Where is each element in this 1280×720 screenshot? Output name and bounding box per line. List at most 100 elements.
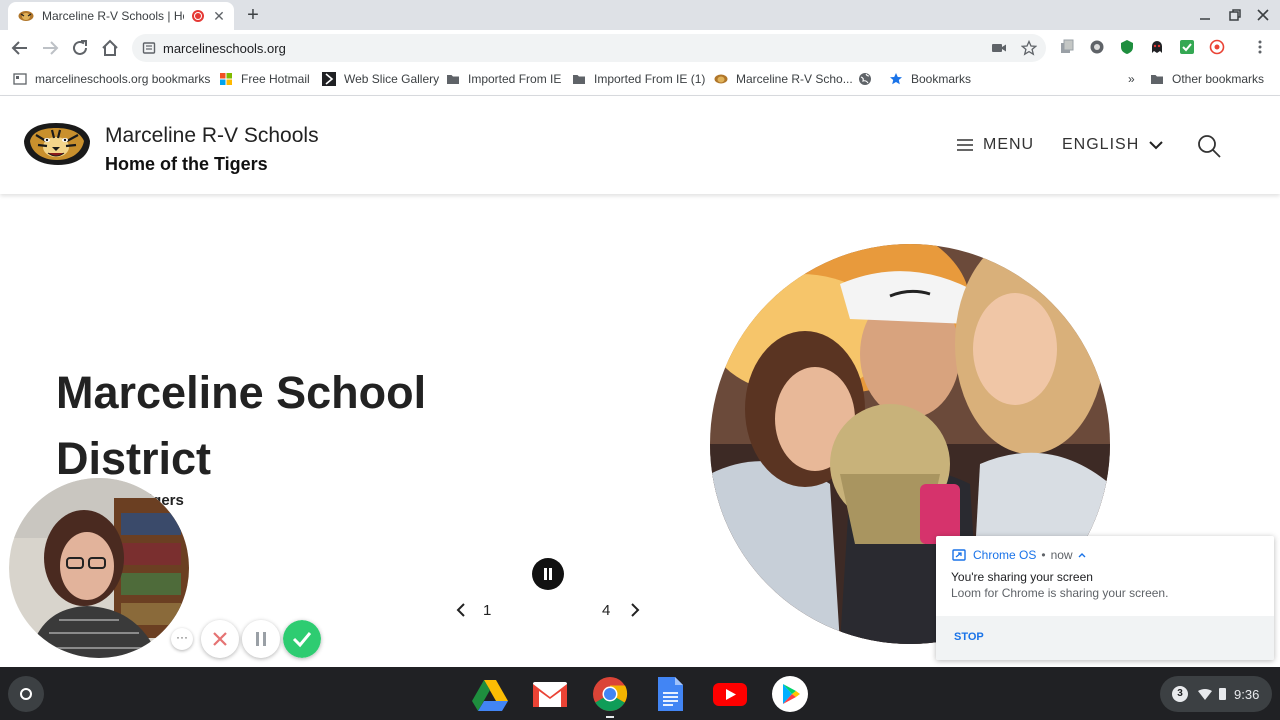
extension-circle-icon[interactable] [1089, 39, 1105, 55]
search-icon[interactable] [1196, 133, 1222, 159]
notification-header: Chrome OS • now [952, 548, 1086, 562]
school-tagline: Home of the Tigers [105, 154, 268, 174]
stop-sharing-button[interactable]: STOP [954, 631, 984, 643]
screen: Marceline R-V Schools | Home ✕ + [0, 0, 1280, 720]
folder-icon [1151, 75, 1163, 84]
camera-icon[interactable] [991, 40, 1007, 56]
tiger-logo-icon[interactable] [22, 121, 92, 167]
carousel-current-slide: 1 [483, 602, 492, 619]
hamburger-icon [957, 139, 973, 151]
clock: 9:36 [1234, 686, 1260, 702]
other-bookmarks-folder[interactable]: Other bookmarks [1150, 71, 1264, 87]
chrome-icon[interactable] [591, 675, 629, 713]
page-info-icon[interactable] [142, 41, 156, 55]
forward-icon[interactable] [39, 37, 61, 59]
browser-tab[interactable]: Marceline R-V Schools | Home ✕ [8, 2, 234, 30]
carousel-pause-button[interactable] [532, 558, 564, 590]
bookmark-label: Imported From IE [468, 72, 562, 86]
screen-share-icon [952, 549, 966, 561]
play-store-icon[interactable] [771, 675, 809, 713]
address-bar[interactable]: marcelineschools.org [132, 34, 1046, 62]
bookmark-item[interactable]: Marceline R-V Scho... [714, 71, 853, 87]
notification-app-name: Chrome OS [973, 548, 1037, 562]
loom-cancel-icon[interactable] [201, 620, 239, 658]
tab-strip: Marceline R-V Schools | Home ✕ + [0, 0, 1280, 30]
loom-finish-icon[interactable] [283, 620, 321, 658]
bookmark-label: Free Hotmail [241, 72, 310, 86]
bookmark-item[interactable]: Web Slice Gallery [322, 71, 439, 87]
loom-more-button[interactable]: ··· [171, 628, 193, 650]
menu-label: MENU [983, 136, 1035, 153]
bookmark-label: Marceline R-V Scho... [736, 72, 853, 86]
bookmark-label: Web Slice Gallery [344, 72, 440, 86]
overflow-chevron-icon: » [1128, 72, 1135, 86]
recording-icon [192, 10, 204, 22]
extension-ghost-icon[interactable] [1149, 39, 1165, 55]
chevron-left-icon[interactable] [455, 602, 467, 618]
carousel-total-slides: 4 [602, 602, 611, 619]
bookmarks-bar: marcelineschools.org bookmarks Free Hotm… [0, 66, 1280, 92]
bookmark-folder[interactable]: Imported From IE (1) [572, 71, 705, 87]
close-window-icon[interactable] [1254, 6, 1272, 24]
windows-icon [220, 73, 232, 85]
bookmark-item[interactable] [858, 71, 880, 87]
restore-icon[interactable] [1226, 6, 1244, 24]
bookmark-label: marcelineschools.org bookmarks [35, 72, 211, 86]
chrome-active-indicator [606, 716, 614, 718]
language-label: ENGLISH [1062, 136, 1140, 153]
loom-extension-icon[interactable] [1209, 39, 1225, 55]
notification-count-badge: 3 [1172, 686, 1188, 702]
menu-button[interactable]: MENU [957, 136, 1034, 154]
hero-title: Marceline School District [56, 367, 427, 484]
star-icon [890, 73, 902, 85]
google-drive-icon[interactable] [471, 675, 509, 713]
status-tray[interactable]: 3 9:36 [1160, 676, 1272, 712]
bookmark-folder[interactable]: Imported From IE [446, 71, 561, 87]
notification-separator: • [1041, 548, 1046, 562]
url-text: marcelineschools.org [163, 41, 286, 56]
gmail-icon[interactable] [531, 675, 569, 713]
browser-toolbar: marcelineschools.org [0, 30, 1280, 66]
extension-green-square-icon[interactable] [1179, 39, 1195, 55]
chevron-down-icon [1149, 141, 1163, 150]
tiger-icon [714, 74, 728, 84]
google-docs-icon[interactable] [651, 675, 689, 713]
bookmark-label: Other bookmarks [1172, 72, 1265, 86]
folder-icon [447, 75, 459, 84]
bookmark-item[interactable]: marcelineschools.org bookmarks [13, 71, 210, 87]
bookmarks-overflow-button[interactable]: » [1128, 71, 1135, 87]
extension-shield-icon[interactable] [1119, 39, 1135, 55]
bookmark-label: Imported From IE (1) [594, 72, 706, 86]
bookmark-item[interactable]: Bookmarks [889, 71, 971, 87]
language-selector[interactable]: ENGLISH [1062, 136, 1163, 154]
bookmark-item[interactable]: Free Hotmail [219, 71, 310, 87]
reload-icon[interactable] [69, 37, 91, 59]
bookmark-star-icon[interactable] [1021, 40, 1037, 56]
extension-copy-icon[interactable] [1059, 39, 1075, 55]
chevron-up-icon[interactable] [1078, 552, 1086, 558]
globe-icon [859, 73, 871, 85]
home-icon[interactable] [99, 37, 121, 59]
tab-close-button[interactable]: ✕ [212, 8, 226, 25]
notification-time: now [1050, 548, 1073, 562]
chevron-right-icon[interactable] [629, 602, 641, 618]
web-slice-icon [322, 72, 336, 86]
launcher-button[interactable] [8, 676, 44, 712]
notification-message: Loom for Chrome is sharing your screen. [951, 586, 1169, 600]
bookmark-label: Bookmarks [911, 72, 972, 86]
school-name[interactable]: Marceline R-V Schools [105, 124, 319, 148]
tab-title: Marceline R-V Schools | Home [42, 9, 184, 23]
tiger-favicon-icon [18, 11, 34, 21]
webcam-bubble[interactable] [9, 478, 189, 658]
loom-pause-icon[interactable] [242, 620, 280, 658]
chrome-menu-icon[interactable] [1252, 39, 1268, 55]
page-icon [13, 73, 27, 85]
wifi-icon [1198, 688, 1212, 700]
back-icon[interactable] [9, 37, 31, 59]
notification-actions: STOP [936, 616, 1274, 660]
site-header: Marceline R-V Schools Home of the Tigers… [0, 96, 1280, 194]
youtube-icon[interactable] [711, 675, 749, 713]
minimize-icon[interactable] [1196, 6, 1214, 24]
chromeos-shelf: 3 9:36 [0, 667, 1280, 720]
new-tab-button[interactable]: + [243, 4, 263, 26]
